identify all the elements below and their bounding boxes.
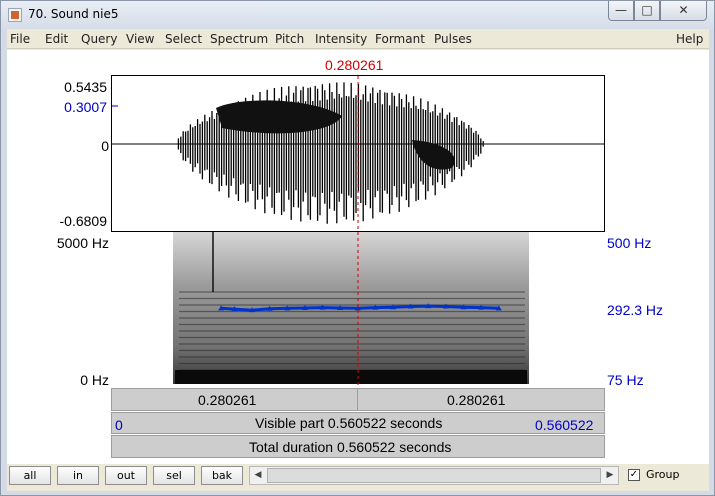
spectrogram-low-energy-band [175,370,527,384]
menu-spectrum[interactable]: Spectrum [210,32,268,46]
menu-pulses[interactable]: Pulses [434,32,472,46]
total-duration-label: Total duration 0.560522 seconds [249,439,452,455]
menu-view[interactable]: View [126,32,154,46]
spectrogram-graphic [173,232,529,388]
time-bar-left-segment[interactable]: 0.280261 [112,389,358,410]
spectrogram-panel[interactable] [111,232,605,388]
waveform-zero-label: 0 [101,138,109,154]
spectrogram-min-freq-label: 0 Hz [80,372,109,388]
right-segment-time-label: 0.280261 [447,392,506,408]
zoom-out-button[interactable]: out [105,466,147,485]
waveform-graphic [112,76,604,231]
window-title: 70. Sound nie5 [28,7,119,21]
time-bar-right-segment[interactable]: 0.280261 [359,389,604,410]
menu-query[interactable]: Query [81,32,117,46]
waveform-signal [177,82,484,224]
maximize-button[interactable]: □ [634,1,660,21]
menu-file[interactable]: File [10,32,30,46]
menu-select[interactable]: Select [165,32,202,46]
zoom-selection-button[interactable]: sel [153,466,195,485]
time-scrollbar[interactable]: ◀ ▶ [249,466,619,485]
visible-part-label: Visible part 0.560522 seconds [255,415,443,431]
waveform-dense-region [216,100,342,134]
pitch-cursor-value-label: 292.3 Hz [607,302,664,318]
waveform-max-label: 0.5435 [64,79,107,95]
visible-end-label: 0.560522 [535,417,594,433]
menu-help[interactable]: Help [676,32,703,46]
zoom-all-button[interactable]: all [9,466,51,485]
praat-sound-window: 70. Sound nie5 — □ ✕ File Edit Query Vie… [0,0,715,496]
scrollbar-thumb[interactable] [267,468,601,483]
minimize-button[interactable]: — [608,1,634,21]
bottom-toolbar: all in out sel bak ◀ ▶ ✓ Group [7,464,709,491]
pitch-min-label: 75 Hz [607,372,644,388]
visible-part-bar[interactable]: Visible part 0.560522 seconds [111,412,605,434]
menu-intensity[interactable]: Intensity [315,32,367,46]
menu-edit[interactable]: Edit [45,32,68,46]
cursor-time-bar[interactable]: 0.280261 0.280261 [111,388,605,411]
waveform-cursor-value-label: 0.3007 [64,99,107,115]
scroll-left-arrow-icon[interactable]: ◀ [250,467,266,484]
client-area: File Edit Query View Select Spectrum Pit… [7,29,709,491]
left-segment-time-label: 0.280261 [198,392,257,408]
menu-pitch[interactable]: Pitch [275,32,304,46]
praat-app-icon [8,8,22,22]
pitch-max-label: 500 Hz [607,235,652,251]
cursor-time-label: 0.280261 [325,57,384,73]
scroll-right-arrow-icon[interactable]: ▶ [602,467,618,484]
menu-formant[interactable]: Formant [375,32,425,46]
waveform-min-label: -0.6809 [59,213,107,229]
total-duration-bar[interactable]: Total duration 0.560522 seconds [111,435,605,458]
waveform-panel[interactable] [111,75,605,232]
spectrogram-max-freq-label: 5000 Hz [56,235,109,251]
group-checkbox-label: Group [646,468,680,481]
zoom-in-button[interactable]: in [57,466,99,485]
visible-start-label: 0 [115,417,123,433]
zoom-back-button[interactable]: bak [201,466,243,485]
close-button[interactable]: ✕ [660,1,707,21]
title-bar[interactable]: 70. Sound nie5 — □ ✕ [1,1,714,29]
group-checkbox[interactable]: ✓ [628,469,640,481]
sound-editor-area[interactable]: 0.280261 0.5435 0.3007 0 -0.6809 5000 Hz… [7,50,709,484]
menu-bar: File Edit Query View Select Spectrum Pit… [7,29,709,49]
